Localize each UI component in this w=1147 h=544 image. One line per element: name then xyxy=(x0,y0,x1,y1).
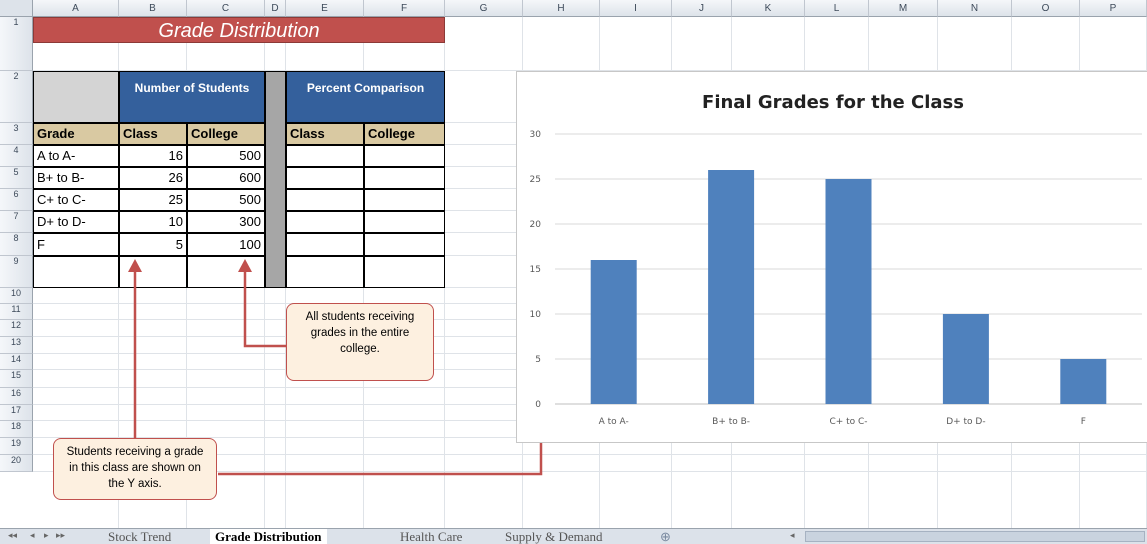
empty-cell[interactable] xyxy=(364,211,445,233)
column-header[interactable]: J xyxy=(672,0,732,17)
empty-cell[interactable] xyxy=(286,233,364,256)
class-cell[interactable]: 26 xyxy=(119,167,187,189)
grade-cell[interactable]: D+ to D- xyxy=(33,211,119,233)
column-header[interactable]: L xyxy=(805,0,869,17)
grade-col-header[interactable]: Grade xyxy=(33,123,119,145)
next-sheet-button[interactable]: ▸ xyxy=(44,530,49,541)
bar-B+ to B-[interactable] xyxy=(708,170,755,404)
sheet-tab-supply-demand[interactable]: Supply & Demand xyxy=(505,529,603,544)
college-callout: All students receiving grades in the ent… xyxy=(286,303,434,381)
column-header[interactable]: H xyxy=(523,0,600,17)
college-cell[interactable]: 600 xyxy=(187,167,265,189)
x-tick-label: B+ to B- xyxy=(712,417,750,427)
empty-cell[interactable] xyxy=(286,256,364,288)
sheet-tab-health-care[interactable]: Health Care xyxy=(400,529,462,544)
empty-cell[interactable] xyxy=(286,145,364,167)
table-title[interactable]: Grade Distribution xyxy=(33,17,445,43)
column-header[interactable]: E xyxy=(286,0,364,17)
x-tick-label: F xyxy=(1081,417,1086,427)
class-cell[interactable]: 25 xyxy=(119,189,187,211)
column-header[interactable]: P xyxy=(1080,0,1147,17)
chart-title: Final Grades for the Class xyxy=(702,92,964,113)
empty-cell[interactable] xyxy=(187,256,265,288)
last-sheet-button[interactable]: ▸▸ xyxy=(56,530,65,541)
column-header[interactable]: G xyxy=(445,0,523,17)
class-cell[interactable]: 16 xyxy=(119,145,187,167)
chart-plot: Final Grades for the Class 0 5 10 15 20 25 30 A… xyxy=(530,92,1142,427)
column-header[interactable]: N xyxy=(938,0,1012,17)
bar-A to A-[interactable] xyxy=(590,260,637,404)
y-tick-label: 15 xyxy=(530,265,541,275)
bar-F[interactable] xyxy=(1060,359,1107,404)
first-sheet-button[interactable]: ◂◂ xyxy=(8,530,17,541)
college-cell[interactable]: 500 xyxy=(187,145,265,167)
blank-header-cell[interactable] xyxy=(33,71,119,123)
class-cell[interactable]: 5 xyxy=(119,233,187,256)
bar-D+ to D-[interactable] xyxy=(942,314,989,404)
college-cell[interactable]: 100 xyxy=(187,233,265,256)
y-tick-label: 20 xyxy=(530,220,542,230)
class-callout-text: Students receiving a grade in this class… xyxy=(66,446,204,490)
grade-chart[interactable]: Final Grades for the Class 0 5 10 15 20 25 30 A… xyxy=(516,71,1147,443)
students-group-header[interactable]: Number of Students xyxy=(119,71,265,123)
gray-spacer-column xyxy=(265,71,286,288)
column-header[interactable]: A xyxy=(33,0,119,17)
college-cell[interactable]: 500 xyxy=(187,189,265,211)
column-header[interactable]: B xyxy=(119,0,187,17)
column-header[interactable]: I xyxy=(600,0,672,17)
column-header[interactable]: C xyxy=(187,0,265,17)
x-tick-label: D+ to D- xyxy=(946,417,985,427)
x-tick-label: A to A- xyxy=(599,417,629,427)
percent-group-header[interactable]: Percent Comparison xyxy=(286,71,445,123)
sheet-tab-bar: ◂◂ ◂ ▸ ▸▸ Stock Trend Grade Distribution… xyxy=(0,528,1147,544)
column-header[interactable]: F xyxy=(364,0,445,17)
horizontal-scrollbar[interactable] xyxy=(805,531,1145,542)
bar-C+ to C-[interactable] xyxy=(825,179,872,404)
y-tick-label: 25 xyxy=(530,175,541,185)
empty-cell[interactable] xyxy=(286,211,364,233)
empty-cell[interactable] xyxy=(364,189,445,211)
class-col-header[interactable]: Class xyxy=(119,123,187,145)
grade-cell[interactable]: A to A- xyxy=(33,145,119,167)
column-header[interactable]: O xyxy=(1012,0,1080,17)
college-col-header[interactable]: College xyxy=(187,123,265,145)
empty-cell[interactable] xyxy=(119,256,187,288)
empty-cell[interactable] xyxy=(364,167,445,189)
empty-cell[interactable] xyxy=(364,233,445,256)
grade-cell[interactable]: B+ to B- xyxy=(33,167,119,189)
empty-cell[interactable] xyxy=(286,189,364,211)
column-header[interactable]: D xyxy=(265,0,286,17)
column-header[interactable]: K xyxy=(732,0,805,17)
college-callout-text: All students receiving grades in the ent… xyxy=(305,311,415,355)
y-tick-label: 0 xyxy=(535,400,541,410)
y-tick-label: 10 xyxy=(530,310,542,320)
grade-cell[interactable]: F xyxy=(33,233,119,256)
college-pct-col-header[interactable]: College xyxy=(364,123,445,145)
y-tick-label: 30 xyxy=(530,130,542,140)
prev-sheet-button[interactable]: ◂ xyxy=(30,530,35,541)
empty-cell[interactable] xyxy=(364,145,445,167)
class-callout: Students receiving a grade in this class… xyxy=(53,438,217,500)
class-pct-col-header[interactable]: Class xyxy=(286,123,364,145)
college-cell[interactable]: 300 xyxy=(187,211,265,233)
column-header[interactable]: M xyxy=(869,0,938,17)
grade-cell[interactable]: C+ to C- xyxy=(33,189,119,211)
scroll-left-icon[interactable]: ◂ xyxy=(790,530,795,541)
new-sheet-icon[interactable]: ⊕ xyxy=(660,529,671,544)
empty-cell[interactable] xyxy=(364,256,445,288)
empty-cell[interactable] xyxy=(33,256,119,288)
row-header[interactable]: 20 xyxy=(0,455,33,472)
percent-group-label: Percent Comparison xyxy=(306,81,425,95)
y-tick-label: 5 xyxy=(535,355,541,365)
students-group-label: Number of Students xyxy=(134,81,250,95)
x-tick-label: C+ to C- xyxy=(829,417,867,427)
worksheet[interactable]: ABCDEFGHIJKLMNOP 1 2 3 4 5 6 7 8 9 10 11 12 13 14 15 16… xyxy=(0,0,1147,528)
empty-cell[interactable] xyxy=(286,167,364,189)
class-cell[interactable]: 10 xyxy=(119,211,187,233)
sheet-tab-grade-distribution[interactable]: Grade Distribution xyxy=(210,529,327,544)
sheet-tab-stock-trend[interactable]: Stock Trend xyxy=(108,529,171,544)
